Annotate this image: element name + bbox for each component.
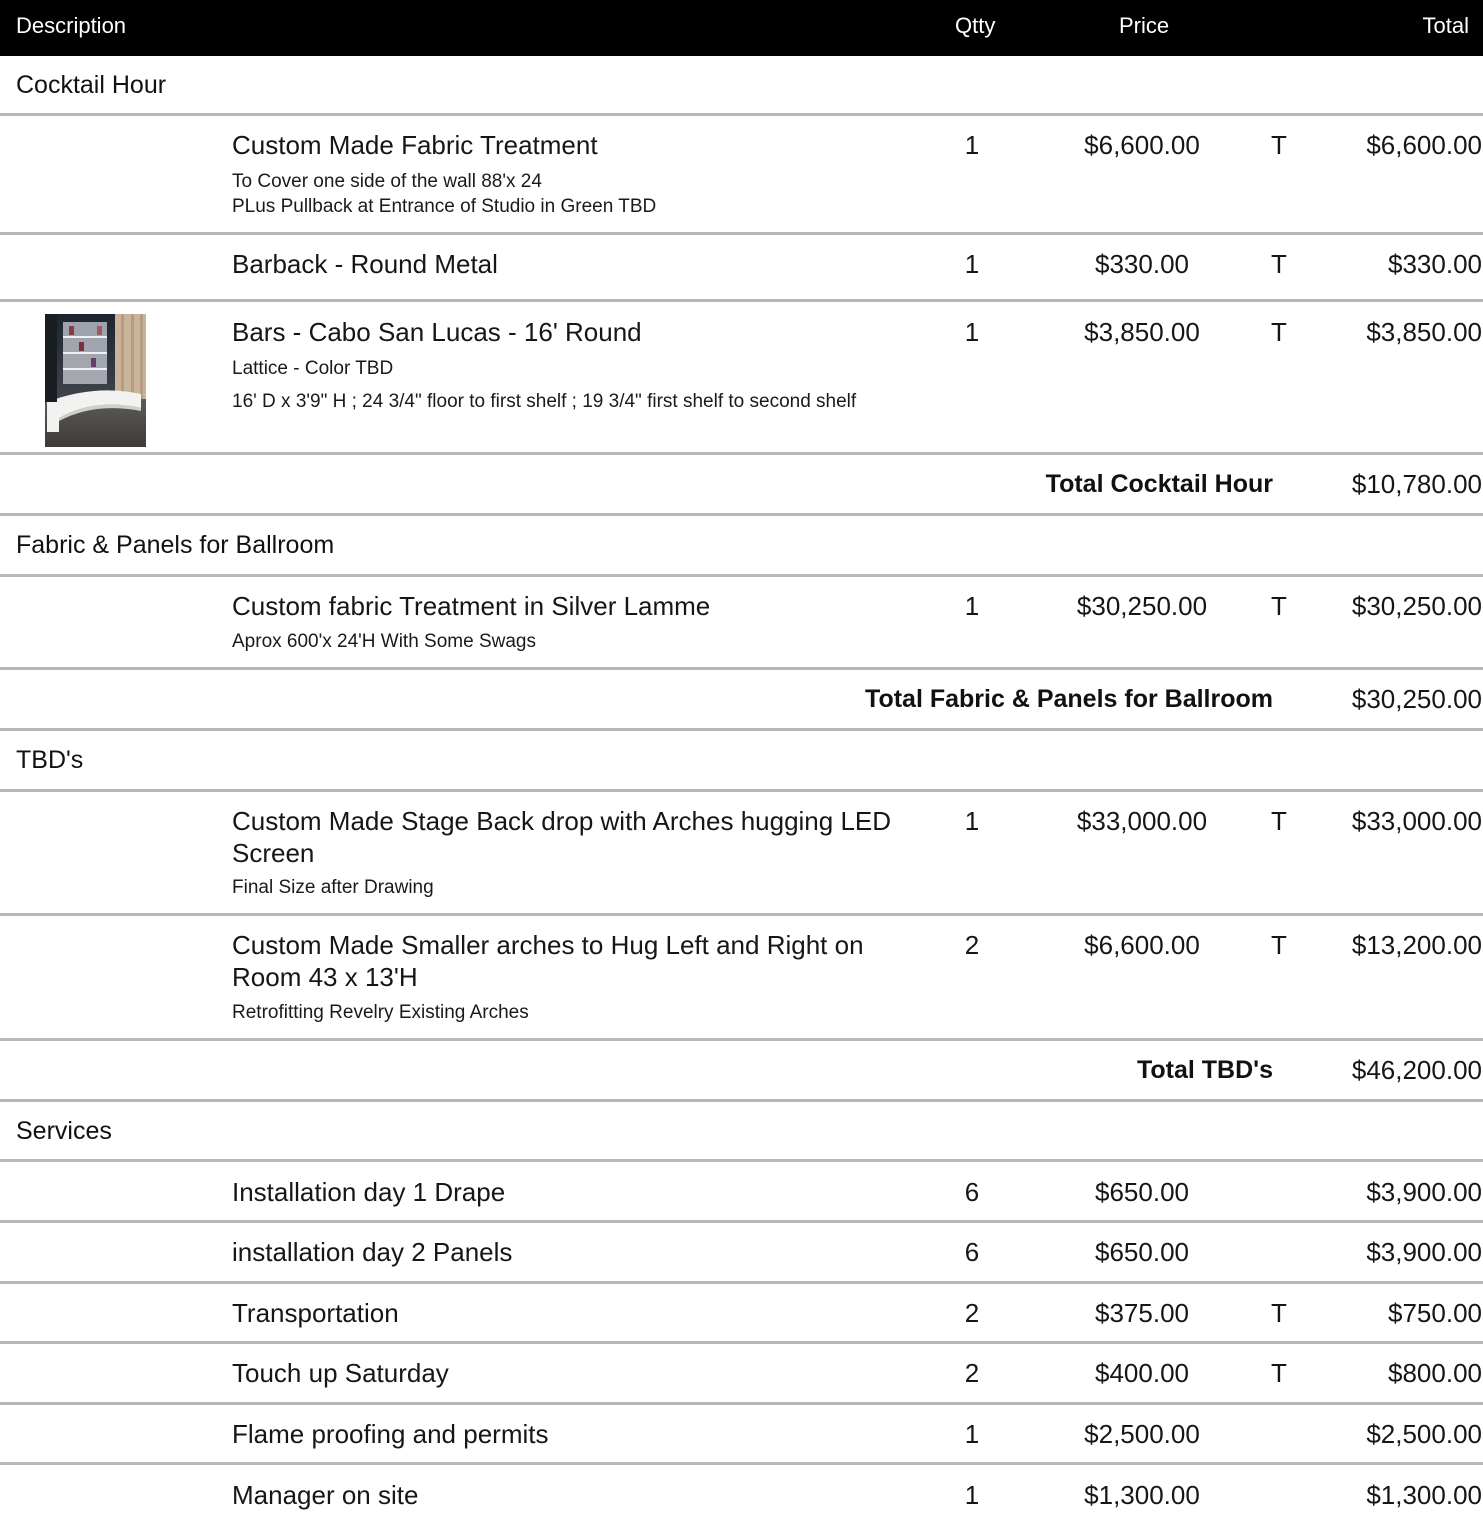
subtotal-amount: $10,780.00 (1351, 469, 1482, 499)
item-qty: 1 (964, 130, 980, 160)
item-total: $13,200.00 (1351, 930, 1482, 960)
item-name: Custom Made Stage Back drop with Arches … (232, 806, 892, 868)
item-note: Final Size after Drawing (232, 877, 434, 898)
item-price: $330.00 (1095, 249, 1189, 279)
item-total: $3,900.00 (1366, 1177, 1482, 1207)
item-qty: 1 (964, 1480, 980, 1510)
item-thumbnail-image[interactable] (45, 314, 146, 447)
item-tax-flag: T (1271, 317, 1287, 347)
item-total: $6,600.00 (1366, 130, 1482, 160)
row-divider (0, 1038, 1483, 1041)
item-price: $650.00 (1095, 1177, 1189, 1207)
item-price: $2,500.00 (1084, 1419, 1200, 1449)
item-qty: 2 (964, 1358, 980, 1388)
item-price: $3,850.00 (1084, 317, 1200, 347)
item-price: $33,000.00 (1076, 806, 1208, 836)
item-price: $6,600.00 (1084, 130, 1200, 160)
item-name: Touch up Saturday (232, 1358, 449, 1388)
item-name: Transportation (232, 1298, 399, 1328)
item-name: Custom Made Smaller arches to Hug Left a… (232, 930, 864, 992)
row-divider (0, 667, 1483, 670)
row-divider (0, 513, 1483, 516)
item-total: $3,900.00 (1366, 1237, 1482, 1267)
item-total: $3,850.00 (1366, 317, 1482, 347)
item-total: $30,250.00 (1351, 591, 1482, 621)
quote-table: Description Qtty Price Total Cocktail Ho… (0, 0, 1483, 1513)
item-name: Bars - Cabo San Lucas - 16' Round (232, 317, 642, 347)
item-name: Custom fabric Treatment in Silver Lamme (232, 591, 711, 621)
column-header-description[interactable]: Description (16, 14, 126, 38)
item-name: installation day 2 Panels (232, 1237, 513, 1267)
item-name: Manager on site (232, 1480, 419, 1510)
section-title: Fabric & Panels for Ballroom (16, 531, 335, 559)
item-total: $800.00 (1388, 1358, 1482, 1388)
row-divider (0, 574, 1483, 577)
item-note: Aprox 600'x 24'H With Some Swags (232, 631, 536, 652)
row-divider (0, 299, 1483, 302)
row-divider (0, 913, 1483, 916)
item-tax-flag: T (1271, 1298, 1287, 1328)
item-price: $6,600.00 (1084, 930, 1200, 960)
item-qty: 6 (964, 1237, 980, 1267)
row-divider (0, 113, 1483, 116)
row-divider (0, 1341, 1483, 1344)
item-qty: 1 (964, 806, 980, 836)
item-qty: 1 (964, 317, 980, 347)
item-tax-flag: T (1271, 591, 1287, 621)
item-total: $330.00 (1388, 249, 1482, 279)
column-header-qty[interactable]: Qtty (955, 14, 995, 38)
item-tax-flag: T (1271, 806, 1287, 836)
item-tax-flag: T (1271, 249, 1287, 279)
item-price: $400.00 (1095, 1358, 1189, 1388)
item-total: $1,300.00 (1366, 1480, 1482, 1510)
row-divider (0, 728, 1483, 731)
item-tax-flag: T (1271, 1358, 1287, 1388)
item-note: Retrofitting Revelry Existing Arches (232, 1002, 529, 1023)
table-header: Description Qtty Price Total (0, 0, 1483, 56)
item-qty: 1 (964, 1419, 980, 1449)
subtotal-label: Total TBD's (1136, 1056, 1273, 1084)
subtotal-label: Total Fabric & Panels for Ballroom (865, 685, 1273, 713)
item-note: To Cover one side of the wall 88'x 24 (232, 171, 542, 192)
item-name: Flame proofing and permits (232, 1419, 549, 1449)
row-divider (0, 789, 1483, 792)
row-divider (0, 232, 1483, 235)
item-name: Installation day 1 Drape (232, 1177, 506, 1207)
row-divider (0, 1099, 1483, 1102)
subtotal-amount: $30,250.00 (1351, 684, 1482, 714)
item-note: 16' D x 3'9" H ; 24 3/4" floor to first … (232, 391, 857, 412)
item-tax-flag: T (1271, 930, 1287, 960)
bar-photo-icon (45, 314, 146, 447)
item-total: $2,500.00 (1366, 1419, 1482, 1449)
item-total: $750.00 (1388, 1298, 1482, 1328)
row-divider (0, 1462, 1483, 1465)
item-price: $375.00 (1095, 1298, 1189, 1328)
item-price: $1,300.00 (1084, 1480, 1200, 1510)
section-title: Services (16, 1117, 112, 1145)
item-qty: 1 (964, 591, 980, 621)
column-header-total[interactable]: Total (1423, 14, 1469, 38)
item-qty: 2 (964, 930, 980, 960)
column-header-price[interactable]: Price (1119, 14, 1169, 38)
item-note: PLus Pullback at Entrance of Studio in G… (232, 196, 657, 217)
item-total: $33,000.00 (1351, 806, 1482, 836)
section-title: Cocktail Hour (16, 71, 167, 99)
section-title: TBD's (16, 746, 84, 774)
subtotal-amount: $46,200.00 (1351, 1055, 1482, 1085)
item-qty: 1 (964, 249, 980, 279)
row-divider (0, 1402, 1483, 1405)
row-divider (0, 452, 1483, 455)
item-price: $650.00 (1095, 1237, 1189, 1267)
item-tax-flag: T (1271, 130, 1287, 160)
item-note: Lattice - Color TBD (232, 358, 394, 379)
item-qty: 6 (964, 1177, 980, 1207)
row-divider (0, 1281, 1483, 1284)
item-name: Custom Made Fabric Treatment (232, 130, 598, 160)
subtotal-label: Total Cocktail Hour (1045, 470, 1273, 498)
item-name: Barback - Round Metal (232, 249, 498, 279)
row-divider (0, 1159, 1483, 1162)
item-price: $30,250.00 (1076, 591, 1208, 621)
row-divider (0, 1220, 1483, 1223)
item-qty: 2 (964, 1298, 980, 1328)
